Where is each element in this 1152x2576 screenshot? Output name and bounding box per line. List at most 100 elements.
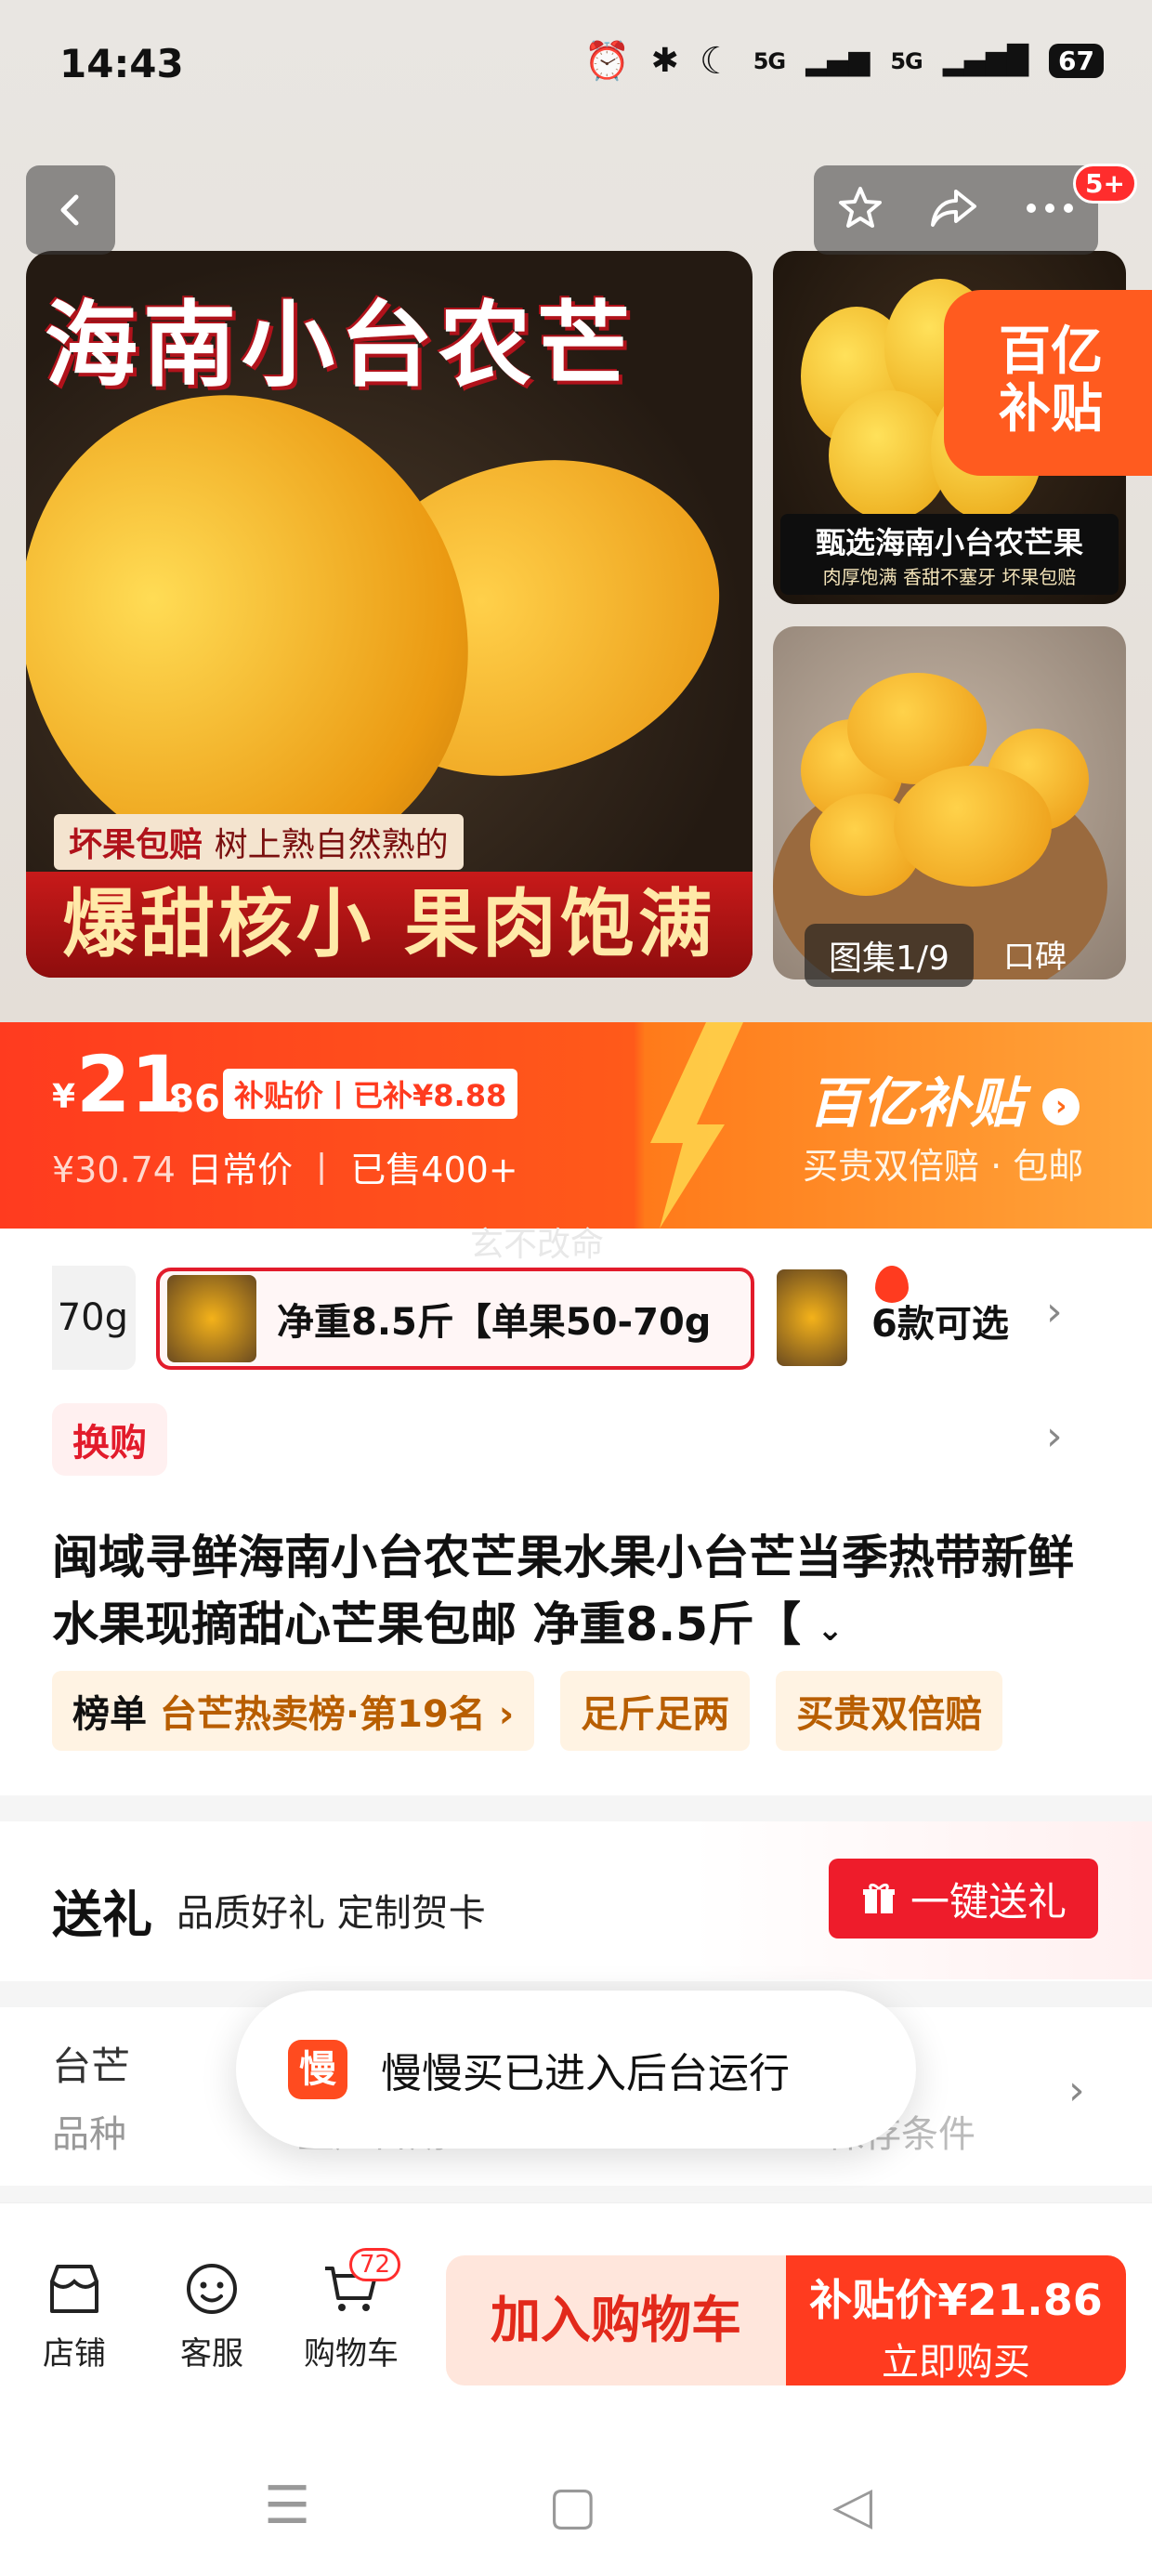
service-label: 客服 [180, 2335, 243, 2372]
signal-2: 5G [890, 47, 923, 74]
alarm-icon: ⏰ [583, 40, 631, 83]
toast-text: 慢慢买已进入后台运行 [381, 2050, 790, 2097]
subsidy-badge-line1: 百亿 [999, 322, 1103, 382]
chevron-right-icon: › [498, 1693, 515, 1736]
product-title-text: 闽域寻鲜海南小台农芒果水果小台芒当季热带新鲜水果现摘甜心芒果包邮 净重8.5斤【 [52, 1531, 1074, 1651]
chevron-right-icon[interactable]: › [1046, 1413, 1063, 1460]
main-product-image[interactable]: 海南小台农芒 坏果包赔 树上熟自然熟的 爆甜核小 果肉饱满 [26, 251, 753, 978]
status-icons: ⏰ ✱ ☾ 5G ▂▄▆ 5G ▂▄▆█ 67 [584, 39, 1104, 83]
bluetooth-icon: ✱ [650, 42, 679, 80]
ranking-text: 台芒热卖榜·第19名 [159, 1693, 486, 1736]
gift-section: 送礼 品质好礼 定制贺卡 一键送礼 [0, 1821, 1152, 1979]
more-dots-icon [1027, 204, 1074, 213]
subsidy-program-link[interactable]: 百亿补贴 › [808, 1059, 1080, 1137]
sku-option-previous[interactable]: 70g [52, 1266, 136, 1370]
image-tag: 坏果包赔 树上熟自然熟的 [54, 814, 464, 870]
menu-icon[interactable]: ☰ [264, 2476, 310, 2536]
sku-selector[interactable]: 70g 净重8.5斤【单果50-70g 6款可选 › [0, 1256, 1152, 1377]
gift-desc: 品质好礼 定制贺卡 [177, 1892, 486, 1935]
subsidy-badge: 百亿 补贴 [944, 290, 1152, 476]
customer-service-icon [187, 2264, 237, 2314]
status-time: 14:43 [59, 41, 184, 86]
share-icon [930, 190, 976, 227]
subsidy-price-tag: 补贴价丨已补¥8.88 [223, 1069, 518, 1119]
buy-now-button[interactable]: 补贴价¥21.86 立即购买 [786, 2255, 1126, 2385]
side-image-caption: 甄选海南小台农芒果 肉厚饱满 香甜不塞牙 坏果包赔 [780, 514, 1119, 595]
original-price-label: 日常价 [187, 1150, 294, 1190]
gift-icon [862, 1883, 895, 1913]
weight-guarantee-tag: 足斤足两 [560, 1671, 751, 1751]
price-currency: ¥ [52, 1078, 76, 1116]
original-price: ¥30.74 [52, 1150, 176, 1190]
ranking-prefix: 榜单 [72, 1693, 147, 1736]
gift-title: 送礼 [52, 1886, 152, 1944]
spec-variety-label: 品种 [52, 2113, 126, 2156]
sku-more-thumbnail[interactable] [777, 1269, 847, 1366]
message-badge: 5+ [1073, 164, 1137, 204]
send-gift-label: 一键送礼 [910, 1878, 1067, 1925]
toast-notification: 慢 慢慢买已进入后台运行 [236, 1991, 916, 2149]
image-bottom-slogan: 爆甜核小 果肉饱满 [26, 872, 753, 978]
price-guarantee-tag: 买贵双倍赔 [776, 1671, 1003, 1751]
star-icon [838, 187, 882, 228]
app-logo-icon: 慢 [288, 2040, 347, 2099]
subsidy-badge-line2: 补贴 [999, 379, 1103, 440]
chevron-right-icon[interactable]: › [1068, 2067, 1085, 2114]
signal-1: 5G [753, 47, 786, 74]
add-to-cart-button[interactable]: 加入购物车 [446, 2255, 786, 2385]
sku-option-selected[interactable]: 净重8.5斤【单果50-70g [156, 1266, 909, 1370]
sold-count: 已售400+ [350, 1150, 518, 1190]
service-tab[interactable]: 客服 [156, 2261, 268, 2373]
chevron-left-icon [60, 194, 79, 226]
bottom-action-bar: 店铺 客服 72 购物车 加入购物车 补贴价¥21.86 立即购买 [0, 2202, 1152, 2388]
store-tab[interactable]: 店铺 [19, 2261, 130, 2373]
gallery-counter[interactable]: 图集1/9 [805, 924, 974, 987]
sku-thumbnail [167, 1275, 256, 1362]
cart-tab[interactable]: 72 购物车 [295, 2248, 407, 2373]
swap-purchase-tag[interactable]: 换购 [52, 1403, 167, 1476]
image-tag-rest: 树上熟自然熟的 [214, 826, 449, 864]
price-secondary: ¥30.74 日常价 丨 已售400+ [52, 1141, 518, 1192]
signal-bars-icon-2: ▂▄▆█ [942, 45, 1029, 77]
cart-count-badge: 72 [349, 2248, 401, 2281]
chevron-down-icon[interactable]: ⌄ [817, 1611, 844, 1649]
moon-icon: ☾ [699, 39, 733, 83]
section-divider [0, 2186, 1152, 2202]
system-navigation-bar: ☰ ▢ ◁ [0, 2416, 1152, 2576]
product-gallery[interactable]: 14:43 ⏰ ✱ ☾ 5G ▂▄▆ 5G ▂▄▆█ 67 海南小台农芒 坏果包… [0, 0, 1152, 1022]
sku-more-label[interactable]: 6款可选 [871, 1294, 1009, 1347]
cart-label: 购物车 [304, 2335, 399, 2372]
back-button[interactable] [26, 165, 115, 255]
product-title[interactable]: 闽域寻鲜海南小台农芒果水果小台芒当季热带新鲜水果现摘甜心芒果包邮 净重8.5斤【… [52, 1524, 1102, 1663]
chevron-right-icon[interactable]: › [1046, 1288, 1063, 1335]
price-banner[interactable]: ¥ 21 .86 补贴价丨已补¥8.88 ¥30.74 日常价 丨 已售400+… [0, 1022, 1152, 1229]
gallery-reviews-tab[interactable]: 口碑 [1003, 924, 1067, 984]
lightning-decoration [650, 1022, 743, 1229]
favorite-button[interactable] [836, 184, 884, 236]
price-decimal: .86 [154, 1078, 220, 1121]
side-caption-sub: 肉厚饱满 香甜不塞牙 坏果包赔 [822, 566, 1077, 588]
image-title: 海南小台农芒 [45, 291, 635, 400]
subsidy-program-desc: 买贵双倍赔 · 包邮 [803, 1146, 1084, 1187]
section-divider [0, 1795, 1152, 1821]
spec-variety-value: 台芒 [52, 2044, 131, 2089]
store-label: 店铺 [43, 2335, 106, 2372]
sku-option-label: 净重8.5斤【单果50-70g [277, 1301, 712, 1344]
battery-level: 67 [1049, 44, 1104, 78]
divider: 丨 [304, 1150, 340, 1190]
signal-bars-icon: ▂▄▆ [805, 45, 871, 77]
top-action-bar [814, 165, 1098, 255]
product-tags: 榜单 台芒热卖榜·第19名 › 足斤足两 买贵双倍赔 [52, 1671, 1003, 1751]
ranking-tag[interactable]: 榜单 台芒热卖榜·第19名 › [52, 1671, 535, 1751]
store-icon [50, 2265, 98, 2313]
home-square-icon[interactable]: ▢ [548, 2476, 597, 2536]
more-button[interactable] [1024, 199, 1076, 221]
send-gift-button[interactable]: 一键送礼 [829, 1859, 1098, 1939]
share-button[interactable] [928, 184, 980, 236]
status-bar: 14:43 ⏰ ✱ ☾ 5G ▂▄▆ 5G ▂▄▆█ 67 [0, 0, 1152, 139]
chevron-right-icon: › [1042, 1087, 1080, 1125]
subsidy-program-name: 百亿补贴 [808, 1071, 1025, 1135]
image-tag-bold: 坏果包赔 [69, 826, 203, 864]
back-triangle-icon[interactable]: ◁ [832, 2476, 872, 2536]
mango-shape [894, 766, 1052, 887]
